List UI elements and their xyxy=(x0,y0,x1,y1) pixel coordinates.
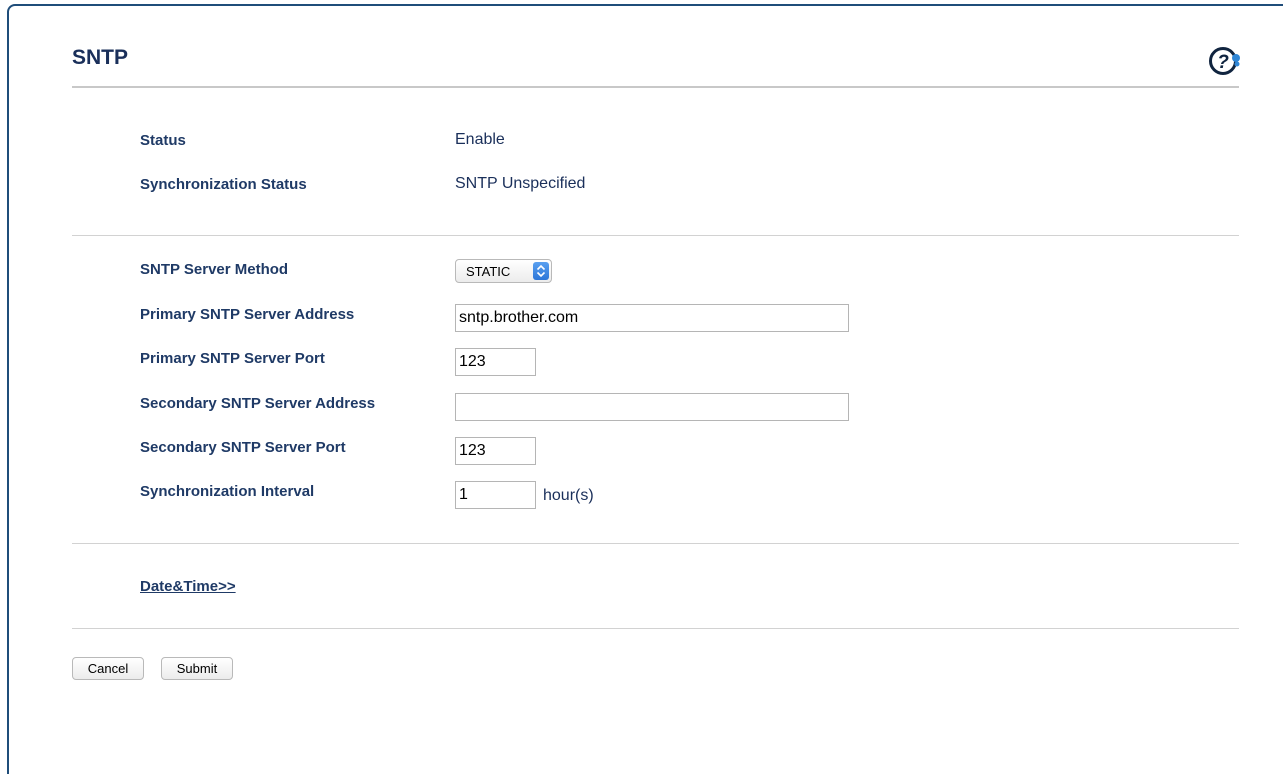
server-method-select[interactable]: STATIC xyxy=(455,259,552,283)
submit-button[interactable]: Submit xyxy=(161,657,233,680)
secondary-address-input[interactable] xyxy=(455,393,849,421)
primary-port-label: Primary SNTP Server Port xyxy=(140,350,325,367)
help-icon[interactable]: ? xyxy=(1208,44,1242,78)
server-method-label: SNTP Server Method xyxy=(140,261,289,278)
section-divider xyxy=(72,628,1239,629)
status-label: Status xyxy=(140,132,186,149)
sync-status-value: SNTP Unspecified xyxy=(455,175,586,192)
secondary-port-input[interactable] xyxy=(455,437,536,465)
primary-address-input[interactable] xyxy=(455,304,849,332)
primary-address-label: Primary SNTP Server Address xyxy=(140,306,355,323)
cancel-button[interactable]: Cancel xyxy=(72,657,144,680)
interval-unit: hour(s) xyxy=(543,487,594,504)
primary-port-input[interactable] xyxy=(455,348,536,376)
select-arrows-icon xyxy=(533,262,549,280)
page-title: SNTP xyxy=(72,46,129,69)
section-divider xyxy=(72,543,1239,544)
interval-input[interactable] xyxy=(455,481,536,509)
interval-label: Synchronization Interval xyxy=(140,483,315,500)
server-method-value: STATIC xyxy=(466,264,511,279)
sync-status-label: Synchronization Status xyxy=(140,176,307,193)
svg-text:?: ? xyxy=(1217,52,1229,73)
status-value: Enable xyxy=(455,131,505,148)
section-divider xyxy=(72,235,1239,236)
secondary-address-label: Secondary SNTP Server Address xyxy=(140,395,376,412)
secondary-port-label: Secondary SNTP Server Port xyxy=(140,439,346,456)
date-time-link[interactable]: Date&Time>> xyxy=(140,578,236,595)
title-divider xyxy=(72,86,1239,88)
